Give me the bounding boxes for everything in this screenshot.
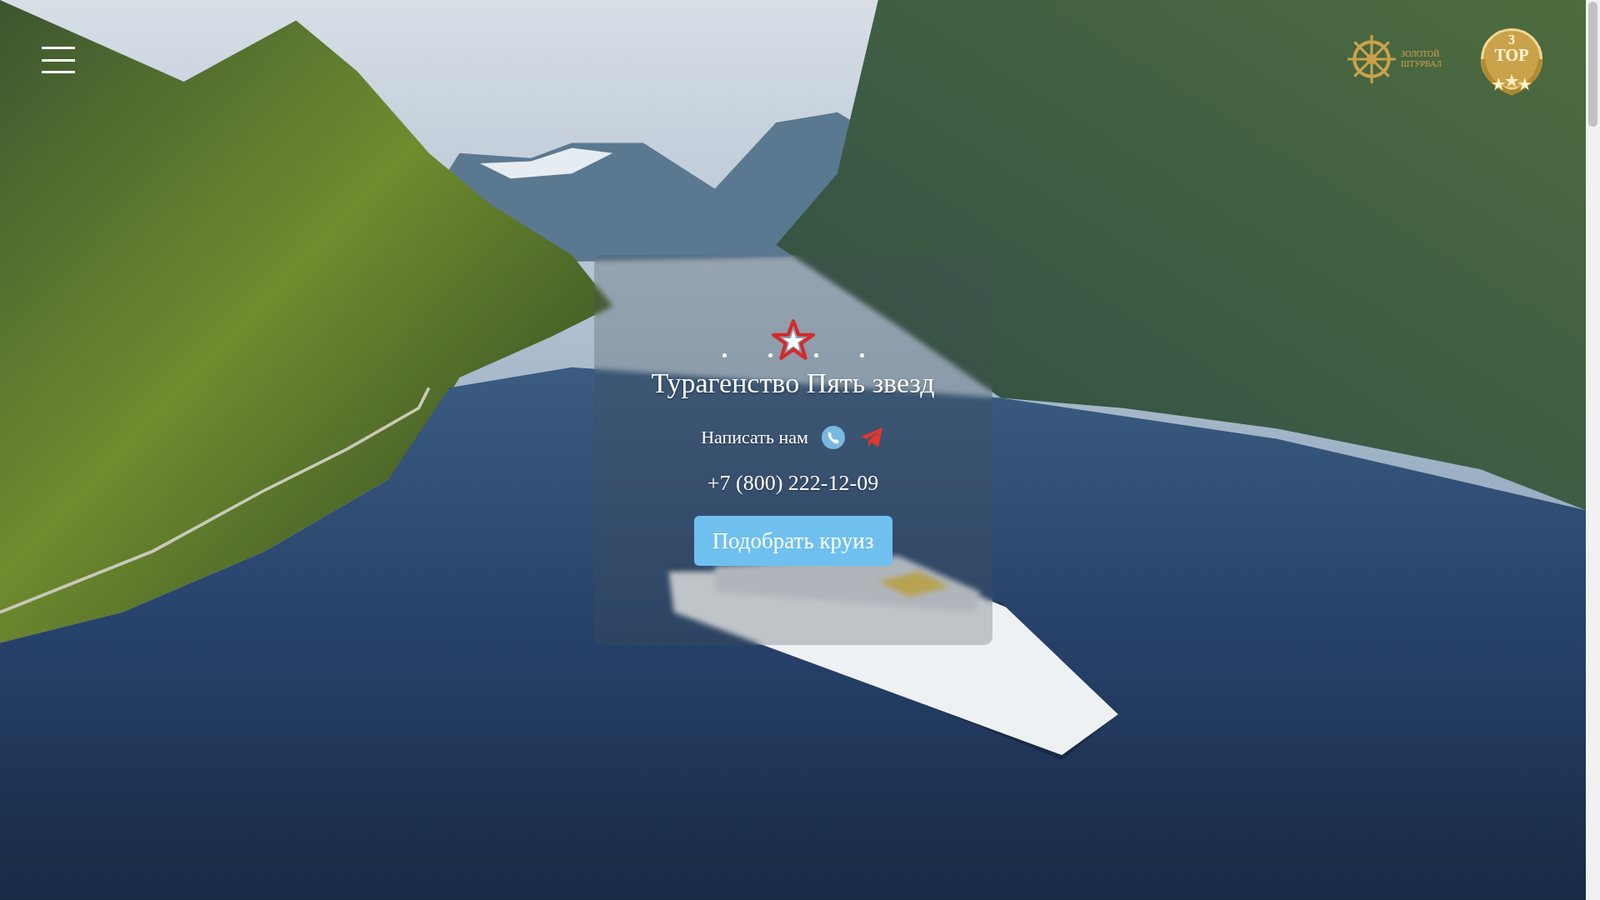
awards: ЗОЛОТОЙ ШТУРВАЛ 3TOP	[1345, 20, 1551, 99]
award-text: 3TOP	[1472, 33, 1551, 64]
award-label: ЗОЛОТОЙ ШТУРВАЛ	[1400, 49, 1456, 70]
menu-button[interactable]	[38, 43, 79, 77]
star-logo-icon	[771, 318, 815, 362]
dot-icon	[768, 353, 773, 358]
telegram-icon[interactable]	[858, 424, 885, 451]
award-badge: 3TOP	[1472, 20, 1551, 99]
hero-content: Турагенство Пять звезд Написать нам +7 (80…	[0, 111, 1586, 645]
award-label: TOP	[1495, 46, 1530, 64]
hero: ЗОЛОТОЙ ШТУРВАЛ 3TOP Турагенство Пять звез…	[0, 0, 1586, 900]
write-us-row: Написать нам	[700, 424, 885, 451]
dot-icon	[860, 353, 865, 358]
award-number: 3	[1508, 33, 1515, 47]
whatsapp-icon[interactable]	[820, 424, 847, 451]
scrollbar-thumb[interactable]	[1588, 1, 1598, 127]
award-badge: ЗОЛОТОЙ ШТУРВАЛ	[1345, 25, 1458, 93]
scrollbar[interactable]	[1585, 0, 1600, 900]
agency-title: Турагенство Пять звезд	[650, 367, 935, 400]
dot-icon	[722, 353, 727, 358]
top-bar: ЗОЛОТОЙ ШТУРВАЛ 3TOP	[0, 0, 1586, 112]
menu-line-icon	[41, 46, 75, 50]
phone-number[interactable]: +7 (800) 222-12-09	[707, 470, 879, 496]
landing-page: ЗОЛОТОЙ ШТУРВАЛ 3TOP Турагенство Пять звез…	[0, 0, 1600, 900]
dots-row	[722, 353, 865, 358]
info-card: Турагенство Пять звезд Написать нам +7 (80…	[594, 255, 993, 645]
dot-icon	[814, 353, 819, 358]
ship-wheel-icon	[1345, 33, 1398, 85]
pick-cruise-button[interactable]: Подобрать круиз	[694, 515, 893, 566]
write-us-label: Написать нам	[700, 426, 809, 449]
menu-line-icon	[41, 59, 75, 62]
menu-line-icon	[41, 70, 75, 74]
